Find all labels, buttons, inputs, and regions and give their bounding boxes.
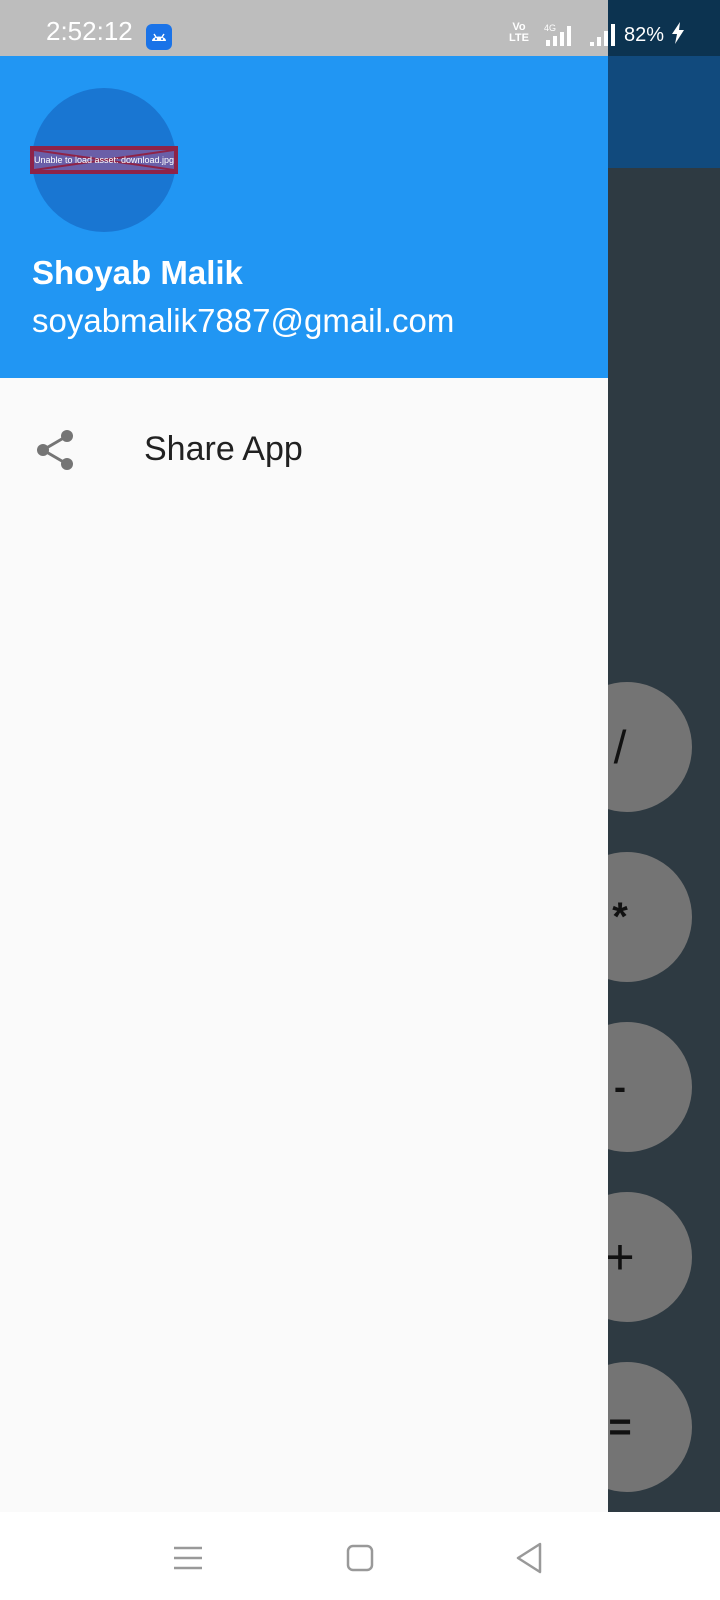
android-notification-icon (146, 24, 172, 50)
navigation-drawer: Unable to load asset: download.jpg Shoya… (0, 0, 608, 1512)
battery-indicator: 82% (624, 22, 686, 47)
drawer-scrim[interactable] (608, 0, 720, 1512)
volte-icon: Vo LTE (509, 21, 529, 44)
signal-4g-icon: 4G (544, 22, 574, 53)
charging-icon (671, 22, 684, 44)
status-time: 2:52:12 (46, 16, 133, 46)
asset-error-placeholder: Unable to load asset: download.jpg (30, 146, 178, 174)
menu-item-share-app[interactable]: Share App (0, 378, 608, 522)
home-icon[interactable] (338, 1536, 382, 1580)
menu-icon[interactable] (166, 1536, 210, 1580)
status-bar: 2:52:12 Vo LTE 4G (0, 0, 615, 56)
account-name: Shoyab Malik (32, 254, 243, 291)
share-icon (34, 428, 78, 472)
svg-text:4G: 4G (544, 23, 556, 33)
asset-error-text: Unable to load asset: download.jpg (33, 155, 175, 165)
system-navigation-bar (0, 1512, 720, 1600)
drawer-header: Unable to load asset: download.jpg Shoya… (0, 56, 608, 378)
account-email: soyabmalik7887@gmail.com (32, 302, 455, 339)
back-icon[interactable] (508, 1536, 552, 1580)
menu-item-label: Share App (144, 430, 303, 468)
battery-level: 82% (624, 24, 665, 46)
